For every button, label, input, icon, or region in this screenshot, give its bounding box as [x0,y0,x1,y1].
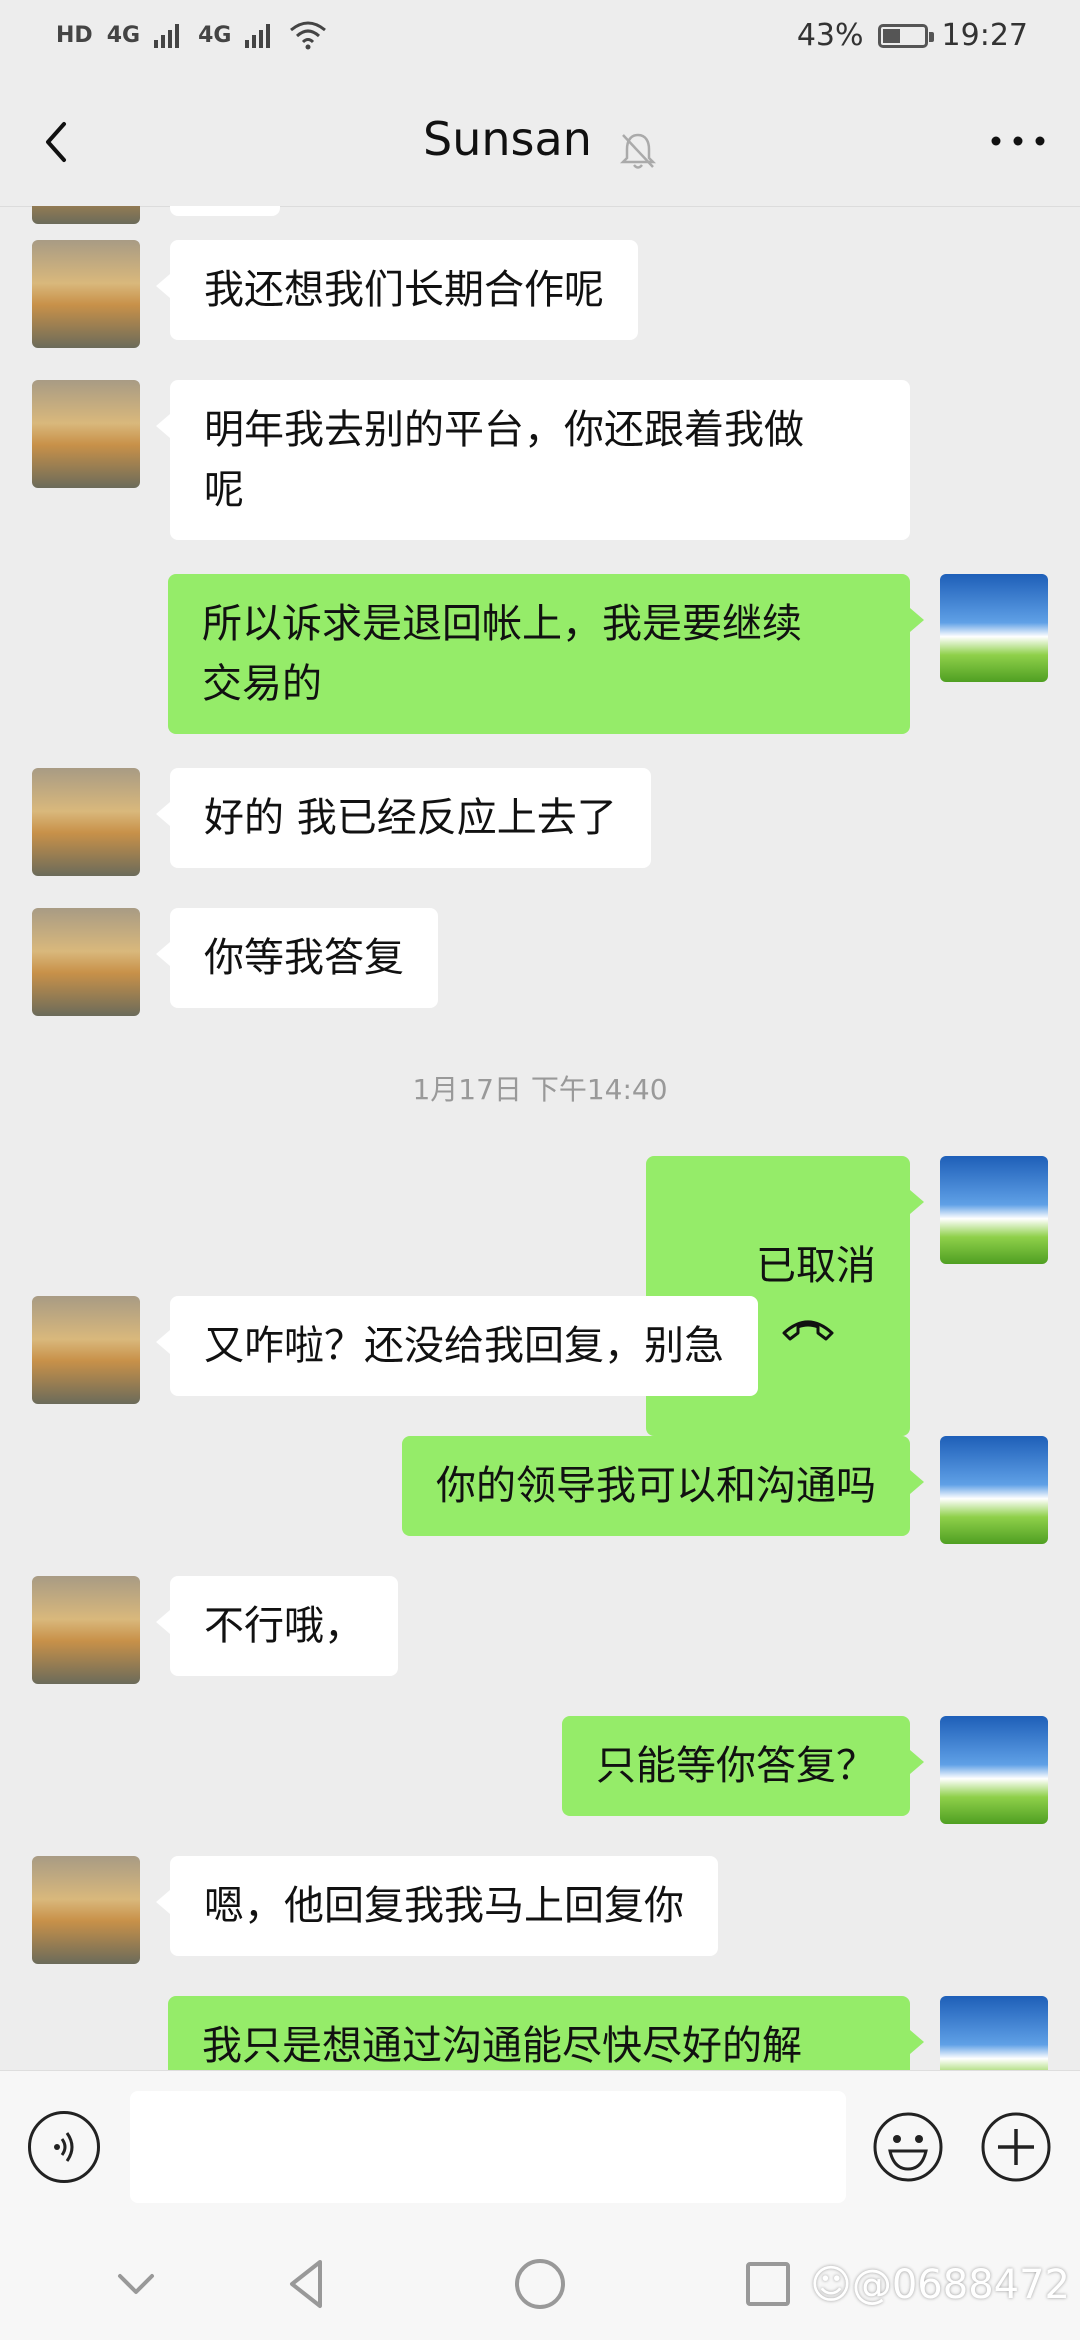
avatar-self[interactable] [940,1156,1048,1264]
avatar-contact[interactable] [32,206,140,224]
avatar-self[interactable] [940,1436,1048,1544]
status-bar: HD 4G 4G 43% 19:27 [0,0,1080,78]
message-bubble[interactable]: 我还想我们长期合作呢 [156,240,638,340]
watermark-icon: ☺ [810,2262,852,2308]
message-bubble[interactable]: 好的 我已经反应上去了 [156,768,651,868]
back-triangle-icon[interactable] [276,2252,340,2316]
chat-header: Sunsan [0,78,1080,207]
system-nav-bar: ☺@0688472 [0,2226,1080,2340]
mute-bell-icon [619,133,656,169]
chat-title: Sunsan [423,112,592,166]
message-bubble[interactable]: 不行哦， [156,1576,398,1676]
title-wrap: Sunsan [0,112,1080,171]
message-bubble[interactable]: 只能等你答复？ [562,1716,924,1816]
home-circle-icon[interactable] [508,2252,572,2316]
wifi-icon [290,21,327,50]
hd-indicator: HD [56,22,93,48]
status-left: HD 4G 4G [56,20,327,50]
avatar-contact[interactable] [32,1296,140,1404]
battery-level-fill [882,28,900,43]
avatar-self[interactable] [940,1716,1048,1824]
signal-2-label: 4G [198,22,232,48]
avatar-self[interactable] [940,1996,1048,2070]
voice-icon [54,2132,74,2162]
call-hangup-icon [782,1320,834,1341]
clock: 19:27 [941,18,1028,53]
message-bubble-partial [170,206,280,216]
avatar-self[interactable] [940,574,1048,682]
battery-icon [877,23,934,48]
message-bubble[interactable]: 我只是想通过沟通能尽快尽好的解 [168,1996,924,2070]
chat-messages[interactable]: 我还想我们长期合作呢 明年我去别的平台，你还跟着我做 呢 所以诉求是退回帐上，我… [0,206,1080,2070]
collapse-icon[interactable] [104,2252,168,2316]
watermark: ☺@0688472 [810,2262,1070,2308]
avatar-contact[interactable] [32,380,140,488]
message-bubble[interactable]: 你的领导我可以和沟通吗 [402,1436,924,1536]
message-bubble[interactable]: 你等我答复 [156,908,438,1008]
message-bubble[interactable]: 明年我去别的平台，你还跟着我做 呢 [156,380,910,540]
avatar-contact[interactable] [32,1576,140,1684]
signal-1-label: 4G [106,22,141,48]
recents-square-icon[interactable] [736,2252,800,2316]
avatar-contact[interactable] [32,908,140,1016]
more-icon[interactable] [986,118,1050,164]
avatar-contact[interactable] [32,240,140,348]
message-bubble[interactable]: 所以诉求是退回帐上，我是要继续 交易的 [168,574,924,734]
watermark-text: @0688472 [851,2262,1070,2308]
plus-icon[interactable] [980,2111,1052,2183]
avatar-contact[interactable] [32,1856,140,1964]
emoji-icon[interactable] [872,2111,944,2183]
status-right: 43% 19:27 [797,18,1028,53]
message-input[interactable] [130,2091,846,2203]
message-timestamp: 1月17日 下午14:40 [412,1073,668,1106]
message-bubble[interactable]: 嗯，他回复我我马上回复你 [156,1856,718,1956]
battery-percent: 43% [796,18,864,53]
call-status-label: 已取消 [756,1243,876,1289]
message-bubble[interactable]: 又咋啦？还没给我回复，别急 [156,1296,758,1396]
avatar-contact[interactable] [32,768,140,876]
signal-icon [154,24,180,48]
input-bar [0,2070,1080,2227]
signal-icon [245,24,271,48]
voice-button[interactable] [28,2111,100,2183]
